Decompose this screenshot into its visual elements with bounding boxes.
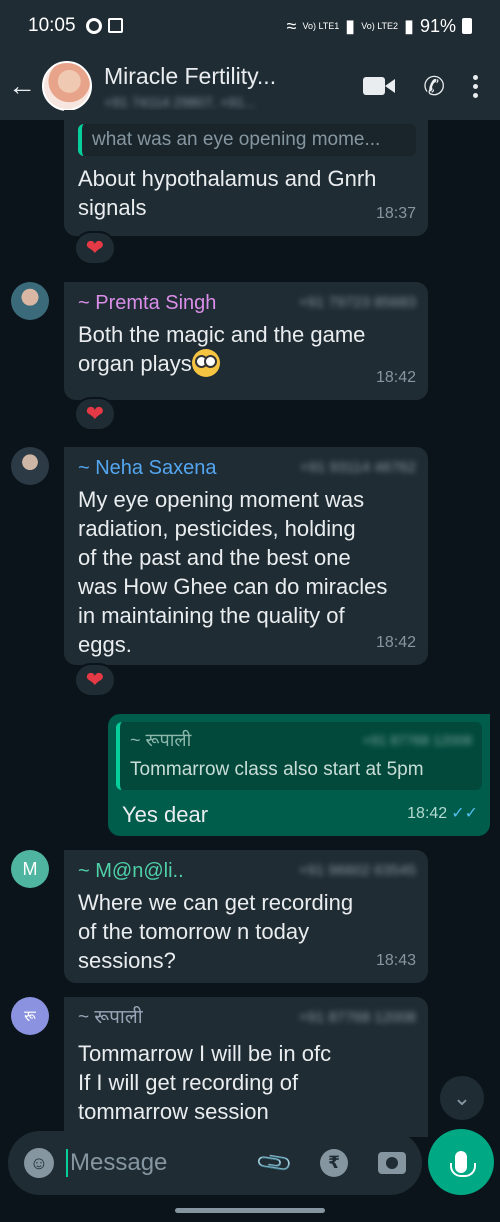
battery-percent: 91%	[419, 15, 456, 36]
sender-phone: +91 79723 85683	[298, 294, 416, 311]
voice-call-icon[interactable]: ✆	[423, 71, 445, 102]
message-text: My eye opening moment was radiation, pes…	[78, 487, 388, 657]
read-receipt-icon: ✓✓	[451, 805, 478, 822]
sender-name[interactable]: ~ रूपाली +91 87768 12008	[78, 1005, 416, 1031]
more-options-icon[interactable]	[473, 74, 478, 98]
avatar[interactable]	[11, 447, 49, 485]
sender-name[interactable]: ~ M@n@li.. +91 96602 63545	[78, 858, 416, 884]
gallery-icon	[107, 18, 123, 33]
quoted-sender: ~ रूपाली	[130, 730, 192, 750]
sender-name[interactable]: ~ Premta Singh +91 79723 85683	[78, 290, 416, 316]
notification-icon	[85, 18, 102, 34]
heart-reaction-icon[interactable]: ❤	[74, 231, 116, 265]
back-arrow-icon[interactable]: ←	[2, 70, 42, 102]
signal-icon: ▮	[404, 15, 414, 36]
group-info[interactable]: Miracle Fertility... +91 74114 29807, +9…	[104, 63, 304, 110]
message-composer: ☺ 📎 ₹	[8, 1131, 422, 1195]
avatar[interactable]	[11, 282, 49, 320]
message-list[interactable]: what was an eye opening mome... About hy…	[0, 110, 500, 1137]
camera-icon[interactable]	[378, 1152, 406, 1174]
quoted-text: what was an eye opening mome...	[92, 129, 381, 150]
network-2-label: Vo) LTE2	[361, 20, 399, 31]
heart-reaction-icon[interactable]: ❤	[74, 397, 116, 431]
message-time: 18:42	[375, 369, 416, 386]
outgoing-message-bubble[interactable]: ~ रूपाली +91 87768 12008 Tommarrow class…	[108, 714, 490, 836]
payment-icon[interactable]: ₹	[320, 1149, 348, 1177]
video-call-icon[interactable]	[363, 75, 396, 97]
home-indicator[interactable]	[175, 1208, 325, 1213]
message-bubble[interactable]: ~ M@n@li.. +91 96602 63545 Where we can …	[64, 850, 428, 983]
message-text: Tommarrow I will be in ofc If I will get…	[78, 1041, 332, 1124]
double-chevron-down-icon: ⌄	[452, 1085, 472, 1110]
message-time: 18:42 ✓✓	[407, 805, 478, 822]
message-bubble[interactable]: ~ Neha Saxena +91 93114 46762 My eye ope…	[64, 447, 428, 665]
quoted-message[interactable]: ~ रूपाली +91 87768 12008 Tommarrow class…	[116, 722, 482, 790]
sender-phone: +91 87768 12008	[298, 1009, 416, 1026]
message-time: 18:37	[375, 205, 416, 222]
message-text: About hypothalamus and Gnrh signals	[78, 166, 377, 220]
message-time: 18:43	[375, 952, 416, 969]
status-bar: 10:05 ≈ Vo) LTE1 ▮ Vo) LTE2 ▮ 91%	[0, 0, 500, 52]
message-time: 18:42	[375, 634, 416, 651]
message-text: Where we can get recording of the tomorr…	[78, 890, 354, 973]
message-bubble[interactable]: what was an eye opening mome... About hy…	[64, 110, 428, 236]
scroll-to-bottom-button[interactable]: ⌄	[440, 1076, 484, 1120]
sender-name[interactable]: ~ Neha Saxena +91 93114 46762	[78, 455, 416, 481]
quoted-text: Tommarrow class also start at 5pm	[130, 759, 424, 780]
quoted-phone: +91 87768 12008	[362, 732, 472, 748]
group-title: Miracle Fertility...	[104, 62, 277, 89]
quoted-message[interactable]: what was an eye opening mome...	[78, 124, 416, 156]
attach-icon[interactable]: 📎	[254, 1142, 296, 1183]
sender-phone: +91 93114 46762	[299, 459, 416, 476]
signal-icon: ▮	[345, 15, 356, 36]
avatar[interactable]: रू	[11, 997, 49, 1035]
sender-phone: +91 96602 63545	[298, 862, 416, 879]
emoji-icon[interactable]: ☺	[24, 1148, 54, 1178]
microphone-icon	[450, 1151, 476, 1177]
voice-message-button[interactable]	[428, 1129, 494, 1195]
avatar[interactable]: M	[11, 850, 49, 888]
astonished-emoji-icon	[191, 349, 220, 378]
message-bubble[interactable]: ~ Premta Singh +91 79723 85683 Both the …	[64, 282, 428, 400]
battery-icon	[462, 18, 472, 34]
message-input[interactable]	[66, 1149, 226, 1177]
wifi-icon: ≈	[286, 15, 297, 36]
status-time: 10:05	[28, 15, 76, 36]
heart-reaction-icon[interactable]: ❤	[74, 663, 116, 697]
network-1-label: Vo) LTE1	[302, 20, 340, 31]
group-avatar[interactable]	[42, 61, 92, 111]
message-text: Both the magic and the game organ plays	[78, 322, 366, 378]
group-members: +91 74114 29807, +91...	[104, 93, 256, 110]
message-bubble[interactable]: ~ रूपाली +91 87768 12008 Tommarrow I wil…	[64, 997, 428, 1137]
